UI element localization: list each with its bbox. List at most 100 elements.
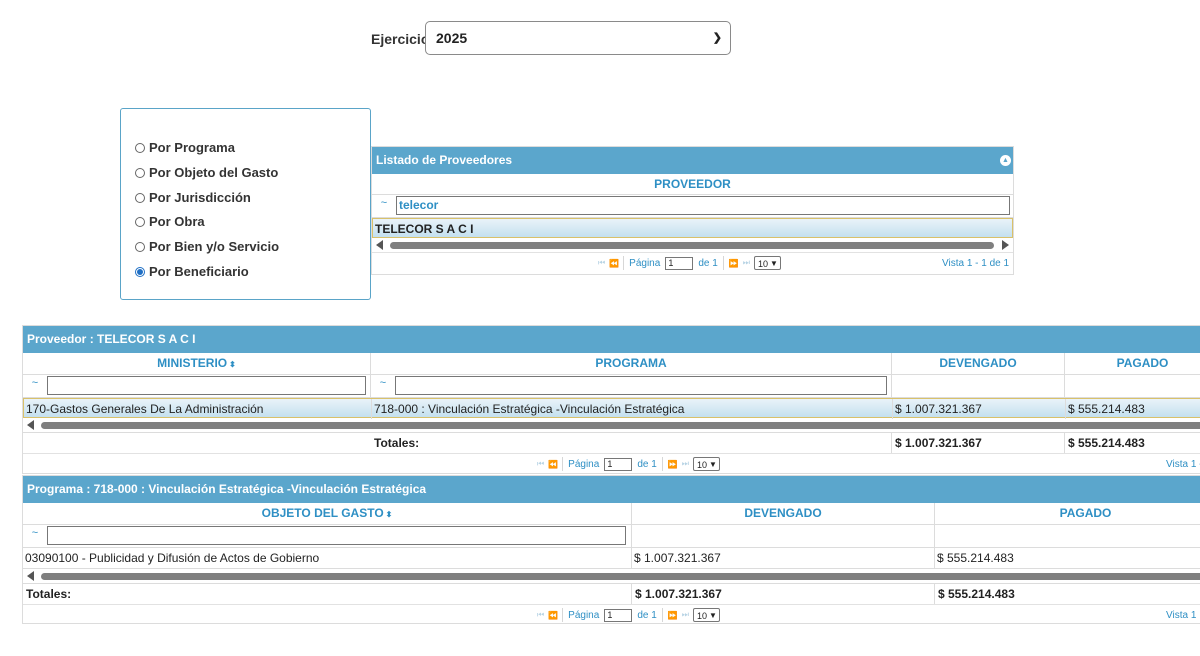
page-label: Página bbox=[568, 609, 600, 621]
radio-label: Por Obra bbox=[149, 214, 205, 229]
programa-detail-grid: Programa : 718-000 : Vinculación Estraté… bbox=[22, 475, 1200, 624]
radio-icon[interactable] bbox=[135, 241, 145, 252]
horizontal-scrollbar[interactable] bbox=[23, 418, 1200, 432]
radio-checked-icon[interactable] bbox=[135, 266, 145, 277]
first-page-icon[interactable]: ⏮ bbox=[598, 258, 605, 268]
radio-icon[interactable] bbox=[135, 192, 145, 203]
objeto-cell: 03090100 - Publicidad y Difusión de Acto… bbox=[23, 548, 632, 568]
view-records: Vista 1 bbox=[1166, 610, 1197, 621]
next-page-icon[interactable]: ⏩ bbox=[668, 460, 678, 469]
col-header-devengado[interactable]: DEVENGADO bbox=[632, 503, 935, 524]
sort-icon[interactable]: ⬍ bbox=[386, 510, 393, 519]
programa-caption: Programa : 718-000 : Vinculación Estraté… bbox=[23, 476, 1200, 503]
first-page-icon[interactable]: ⏮ bbox=[537, 459, 544, 469]
filter-operator-icon[interactable]: ~ bbox=[26, 527, 44, 539]
objeto-filter-input[interactable] bbox=[47, 526, 626, 545]
proveedores-grid: Listado de Proveedores ▲ PROVEEDOR ~ tel… bbox=[371, 146, 1014, 275]
last-page-icon[interactable]: ⏭ bbox=[682, 610, 689, 620]
collapse-icon[interactable]: ▲ bbox=[1000, 155, 1011, 166]
radio-icon[interactable] bbox=[135, 142, 145, 153]
horizontal-scrollbar[interactable] bbox=[372, 238, 1013, 252]
col-header-programa[interactable]: PROGRAMA bbox=[371, 353, 892, 374]
last-page-icon[interactable]: ⏭ bbox=[682, 459, 689, 469]
filter-operator-icon[interactable]: ~ bbox=[374, 377, 392, 389]
ministerio-filter-input[interactable] bbox=[47, 376, 366, 395]
col-header-pagado[interactable]: PAGADO bbox=[1065, 353, 1200, 374]
ministerio-cell: 170-Gastos Generales De La Administració… bbox=[24, 399, 372, 419]
radio-por-objeto-del-gasto[interactable]: Por Objeto del Gasto bbox=[135, 165, 278, 180]
ejercicio-select[interactable]: 2025 ❯ bbox=[425, 21, 731, 55]
pagado-cell: $ 555.214.483 bbox=[935, 548, 1200, 568]
proveedor-caption: Proveedor : TELECOR S A C I bbox=[23, 326, 1200, 353]
col-header-ministerio[interactable]: MINISTERIO ⬍ bbox=[23, 353, 371, 374]
radio-por-jurisdiccion[interactable]: Por Jurisdicción bbox=[135, 190, 251, 205]
next-page-icon[interactable]: ⏩ bbox=[668, 611, 678, 620]
filter-operator-icon[interactable]: ~ bbox=[26, 377, 44, 389]
scroll-left-icon[interactable] bbox=[27, 571, 34, 581]
scroll-thumb[interactable] bbox=[41, 573, 1200, 580]
scroll-thumb[interactable] bbox=[390, 242, 994, 249]
radio-label: Por Jurisdicción bbox=[149, 190, 251, 205]
col-header-devengado[interactable]: DEVENGADO bbox=[892, 353, 1065, 374]
col-header-pagado[interactable]: PAGADO bbox=[935, 503, 1200, 524]
prev-page-icon[interactable]: ⏪ bbox=[609, 259, 619, 268]
radio-por-programa[interactable]: Por Programa bbox=[135, 140, 235, 155]
next-page-icon[interactable]: ⏩ bbox=[729, 259, 739, 268]
first-page-icon[interactable]: ⏮ bbox=[537, 610, 544, 620]
page-input[interactable]: 1 bbox=[665, 256, 694, 270]
prev-page-icon[interactable]: ⏪ bbox=[548, 460, 558, 469]
proveedor-cell: TELECOR S A C I bbox=[375, 222, 474, 236]
radio-por-beneficiario[interactable]: Por Beneficiario bbox=[135, 264, 249, 279]
view-records: Vista 1 - bbox=[1166, 459, 1200, 470]
page-input[interactable]: 1 bbox=[604, 457, 633, 471]
pager: ⏮ ⏪ Página 1 de 1 ⏩ ⏭ 10 ▼ Vista 1 bbox=[23, 604, 1200, 626]
totals-pagado: $ 555.214.483 bbox=[1065, 433, 1200, 453]
programa-filter-input[interactable] bbox=[395, 376, 887, 395]
filter-operator-icon[interactable]: ~ bbox=[375, 197, 393, 209]
scroll-left-icon[interactable] bbox=[27, 420, 34, 430]
prev-page-icon[interactable]: ⏪ bbox=[548, 611, 558, 620]
programa-cell: 718-000 : Vinculación Estratégica -Vincu… bbox=[372, 399, 893, 419]
page-label: Página bbox=[568, 458, 600, 470]
page-count: de 1 bbox=[698, 257, 718, 269]
totals-label: Totales: bbox=[371, 433, 892, 453]
radio-icon[interactable] bbox=[135, 167, 145, 178]
devengado-cell: $ 1.007.321.367 bbox=[893, 399, 1066, 419]
totals-label: Totales: bbox=[23, 584, 632, 604]
proveedor-filter-input[interactable]: telecor bbox=[396, 196, 1010, 215]
radio-label: Por Programa bbox=[149, 140, 235, 155]
scroll-thumb[interactable] bbox=[41, 422, 1200, 429]
rows-per-page-select[interactable]: 10 ▼ bbox=[692, 457, 720, 471]
radio-label: Por Beneficiario bbox=[149, 264, 249, 279]
totals-devengado: $ 1.007.321.367 bbox=[632, 584, 935, 604]
last-page-icon[interactable]: ⏭ bbox=[743, 258, 750, 268]
radio-label: Por Objeto del Gasto bbox=[149, 165, 279, 180]
sort-icon[interactable]: ⬍ bbox=[229, 360, 236, 369]
devengado-cell: $ 1.007.321.367 bbox=[632, 548, 935, 568]
radio-label: Por Bien y/o Servicio bbox=[149, 239, 280, 254]
scroll-left-icon[interactable] bbox=[376, 240, 383, 250]
radio-icon[interactable] bbox=[135, 216, 145, 227]
proveedores-caption: Listado de Proveedores ▲ bbox=[372, 147, 1013, 174]
totals-devengado: $ 1.007.321.367 bbox=[892, 433, 1065, 453]
horizontal-scrollbar[interactable] bbox=[23, 569, 1200, 583]
radio-por-bien-servicio[interactable]: Por Bien y/o Servicio bbox=[135, 239, 279, 254]
col-header-objeto-del-gasto[interactable]: OBJETO DEL GASTO ⬍ bbox=[23, 503, 632, 524]
rows-per-page-select[interactable]: 10 ▼ bbox=[692, 608, 720, 622]
table-row[interactable]: 03090100 - Publicidad y Difusión de Acto… bbox=[23, 548, 1200, 569]
pager: ⏮ ⏪ Página 1 de 1 ⏩ ⏭ 10 ▼ Vista 1 - 1 de… bbox=[372, 252, 1013, 274]
page-input[interactable]: 1 bbox=[604, 608, 633, 622]
totals-row: Totales: $ 1.007.321.367 $ 555.214.483 bbox=[23, 583, 1200, 604]
pager: ⏮ ⏪ Página 1 de 1 ⏩ ⏭ 10 ▼ Vista 1 - bbox=[23, 453, 1200, 475]
totals-row: Totales: $ 1.007.321.367 $ 555.214.483 bbox=[23, 432, 1200, 453]
pagado-cell: $ 555.214.483 bbox=[1066, 399, 1200, 419]
table-row[interactable]: TELECOR S A C I bbox=[372, 218, 1013, 238]
radio-por-obra[interactable]: Por Obra bbox=[135, 214, 205, 229]
view-records: Vista 1 - 1 de 1 bbox=[942, 258, 1010, 269]
scroll-right-icon[interactable] bbox=[1002, 240, 1009, 250]
grid-title: Listado de Proveedores bbox=[376, 153, 513, 167]
table-row[interactable]: 170-Gastos Generales De La Administració… bbox=[23, 398, 1200, 419]
col-header-proveedor[interactable]: PROVEEDOR bbox=[372, 174, 1013, 194]
rows-per-page-select[interactable]: 10 ▼ bbox=[753, 256, 781, 270]
page-count: de 1 bbox=[637, 609, 657, 621]
